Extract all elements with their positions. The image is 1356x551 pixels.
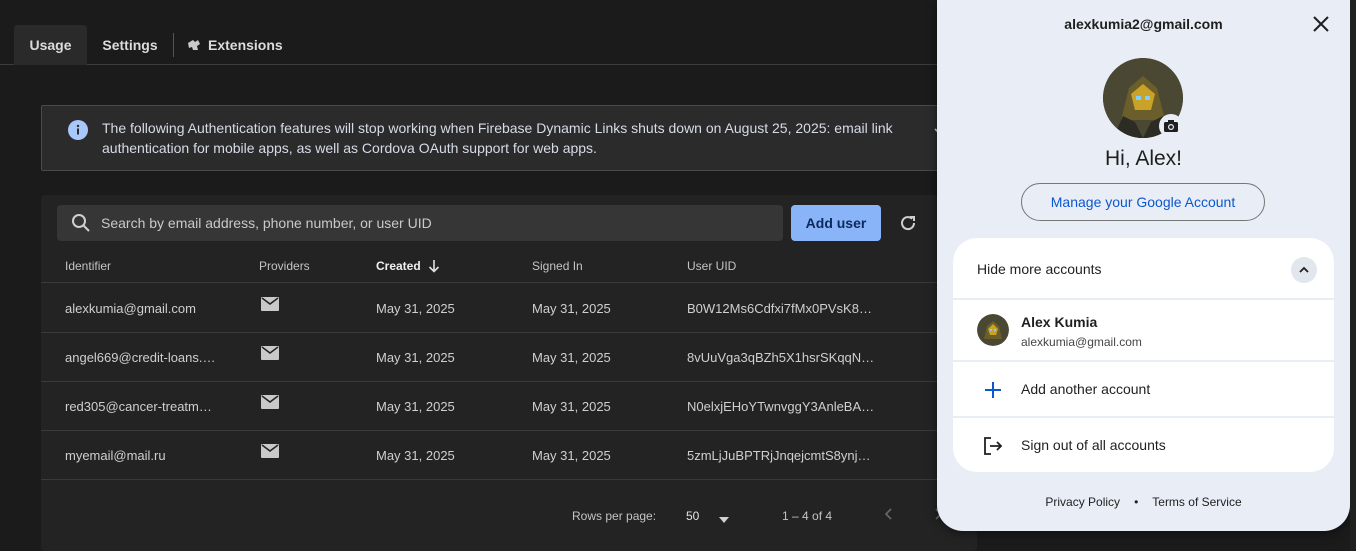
caret-down-icon[interactable] [719,512,729,523]
search-icon [71,213,91,233]
mail-icon [261,444,279,458]
cell-created: May 31, 2025 [376,399,455,414]
scrollbar[interactable] [1350,0,1356,551]
mail-icon [261,297,279,311]
cell-created: May 31, 2025 [376,301,455,316]
privacy-policy-link[interactable]: Privacy Policy [1045,495,1120,509]
sign-out-label: Sign out of all accounts [1021,437,1166,453]
page-range: 1 – 4 of 4 [782,509,833,523]
header-providers: Providers [259,259,310,273]
cell-signed-in: May 31, 2025 [532,301,611,316]
mail-icon [261,346,279,360]
cell-identifier: angel669@credit-loans.… [65,350,216,365]
footer-links: Privacy Policy • Terms of Service [937,495,1350,509]
table-row[interactable]: alexkumia@gmail.com May 31, 2025 May 31,… [41,284,977,333]
refresh-icon[interactable] [897,212,919,234]
cell-signed-in: May 31, 2025 [532,448,611,463]
pagination: Rows per page: 50 1 – 4 of 4 [41,503,977,531]
cell-identifier: myemail@mail.ru [65,448,166,463]
header-identifier[interactable]: Identifier [65,259,111,273]
cell-identifier: red305@cancer-treatm… [65,399,212,414]
cell-signed-in: May 31, 2025 [532,399,611,414]
terms-of-service-link[interactable]: Terms of Service [1152,495,1241,509]
current-account-email: alexkumia2@gmail.com [1064,16,1223,32]
table-row[interactable]: myemail@mail.ru May 31, 2025 May 31, 202… [41,431,977,480]
cell-created: May 31, 2025 [376,448,455,463]
add-user-button[interactable]: Add user [791,205,881,241]
close-icon[interactable] [1311,14,1331,34]
arrow-down-icon[interactable] [426,258,442,274]
deprecation-banner: The following Authentication features wi… [41,105,1001,171]
mail-icon [261,395,279,409]
manage-account-button[interactable]: Manage your Google Account [1021,183,1265,221]
header-user-uid: User UID [687,259,737,273]
rows-per-page-label: Rows per page: [572,509,657,523]
cell-user-uid: 5zmLjJuBPTRjJnqejcmtS8ynj… [687,448,871,463]
account-name: Alex Kumia [1021,314,1098,330]
tab-settings[interactable]: Settings [93,25,167,65]
account-email: alexkumia@gmail.com [1021,335,1142,349]
header-created[interactable]: Created [376,259,421,273]
hide-more-accounts-toggle[interactable]: Hide more accounts [953,238,1334,298]
sign-out-button[interactable]: Sign out of all accounts [953,418,1334,472]
cell-identifier: alexkumia@gmail.com [65,301,196,316]
tab-usage[interactable]: Usage [14,25,87,65]
header-signed-in[interactable]: Signed In [532,259,583,273]
add-account-label: Add another account [1021,381,1151,397]
users-table-card: Add user Identifier Providers Created Si… [41,195,977,551]
chevron-up-icon[interactable] [1291,257,1317,283]
cell-created: May 31, 2025 [376,350,455,365]
add-account-button[interactable]: Add another account [953,362,1334,416]
cell-user-uid: B0W12Ms6Cdfxi7fMx0PVsK8… [687,301,872,316]
greeting: Hi, Alex! [1104,147,1183,170]
camera-icon[interactable] [1159,114,1183,138]
banner-text: The following Authentication features wi… [102,120,893,156]
info-icon [68,120,88,140]
account-item[interactable]: Alex Kumia alexkumia@gmail.com [953,300,1334,360]
cell-user-uid: 8vUuVga3qBZh5X1hsrSKqqN… [687,350,875,365]
account-menu-panel: alexkumia2@gmail.com Hi, Alex! Manage yo… [937,0,1350,531]
tab-divider [173,33,174,57]
chevron-left-icon[interactable] [882,507,896,521]
rows-per-page-select[interactable]: 50 [686,509,699,523]
cell-signed-in: May 31, 2025 [532,350,611,365]
search-input[interactable] [101,205,771,241]
tab-extensions[interactable]: Extensions [186,25,286,65]
accounts-list: Hide more accounts Alex Kumia alexkumia@… [953,238,1334,472]
table-header: Identifier Providers Created Signed In U… [41,251,977,283]
table-row[interactable]: red305@cancer-treatm… May 31, 2025 May 3… [41,382,977,431]
plus-icon [981,378,1005,402]
avatar [977,314,1009,346]
logout-icon [981,434,1005,458]
search-bar [57,205,783,241]
cell-user-uid: N0elxjEHoYTwnvggY3AnleBA… [687,399,875,414]
tab-extensions-label: Extensions [208,37,283,53]
hide-more-accounts-label: Hide more accounts [977,261,1102,277]
table-row[interactable]: angel669@credit-loans.… May 31, 2025 May… [41,333,977,382]
extensions-icon [186,37,202,53]
link-separator: • [1134,495,1139,509]
